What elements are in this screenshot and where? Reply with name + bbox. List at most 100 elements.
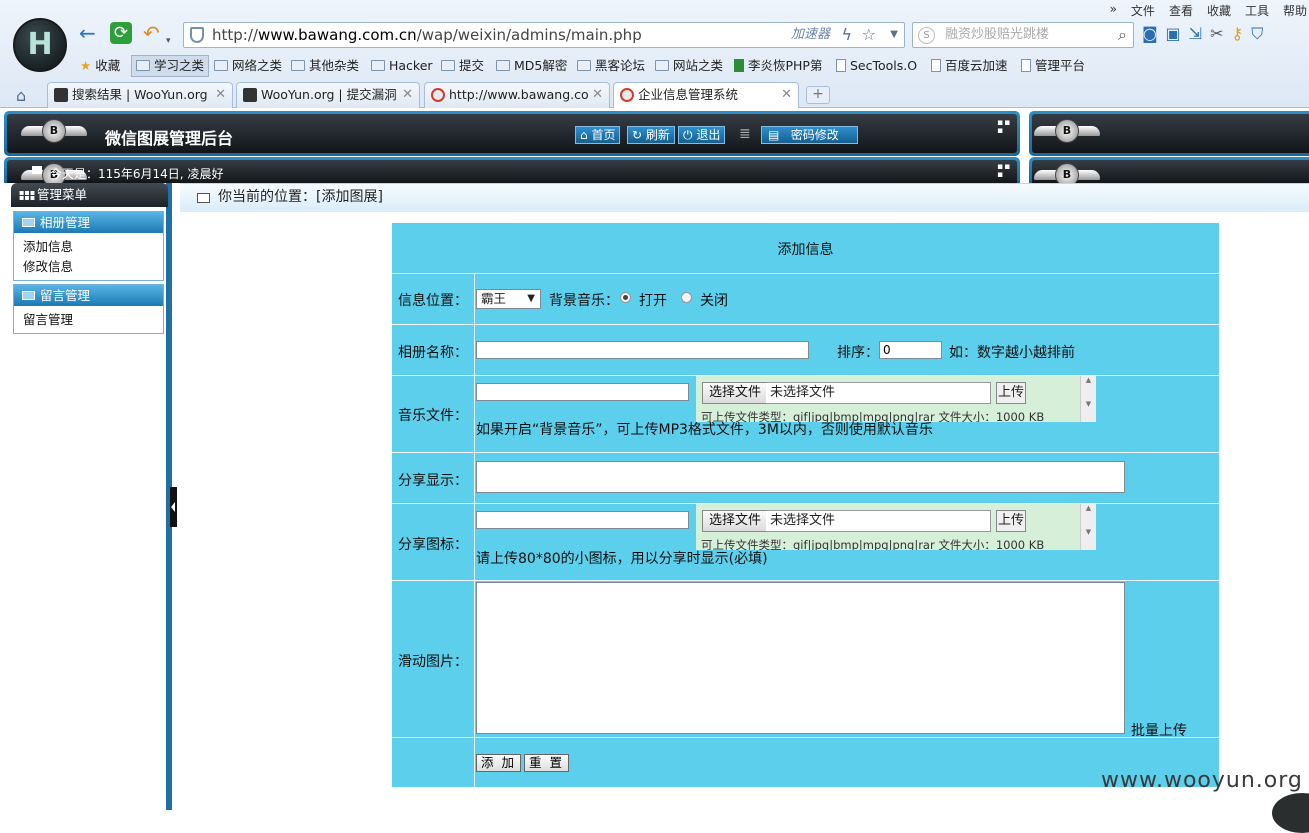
wooyun-favicon bbox=[54, 88, 68, 102]
menu-favorites[interactable]: 收藏 bbox=[1205, 2, 1233, 19]
menu-tools[interactable]: 工具 bbox=[1243, 2, 1271, 19]
menu-view[interactable]: 查看 bbox=[1167, 2, 1195, 19]
top-header: B 微信图展管理后台 ⌂ 首页 ↻ 刷新 ⏻ 退出 ≣ ▤ 密码修改 ▪▪ ▪ bbox=[4, 111, 1020, 156]
home-icon[interactable]: ⌂ bbox=[16, 86, 26, 105]
form-title: 添加信息 bbox=[777, 242, 834, 258]
reader-icon[interactable]: ▣ bbox=[1166, 24, 1181, 44]
sidebar-group-messages: 留言管理 留言管理 bbox=[13, 284, 164, 334]
key-icon[interactable]: ⚷ bbox=[1231, 24, 1243, 44]
sort-hint: 如：数字越小越排前 bbox=[949, 345, 1075, 361]
back-icon[interactable]: ← bbox=[79, 22, 96, 44]
frame-scrollbar[interactable]: ▲ ▼ bbox=[1080, 376, 1096, 422]
menu-help[interactable]: 帮助 bbox=[1281, 2, 1309, 19]
bookmark-folder[interactable]: 黑客论坛 bbox=[577, 57, 645, 75]
sidebar-item-messages[interactable]: 留言管理 bbox=[14, 310, 163, 330]
share-icon-path-input[interactable] bbox=[476, 511, 689, 529]
sidebar-collapse-handle[interactable] bbox=[170, 487, 177, 527]
bookmark-link[interactable]: 百度云加速 bbox=[931, 57, 1008, 75]
menu-file[interactable]: 文件 bbox=[1129, 2, 1157, 19]
browser-logo[interactable]: H bbox=[13, 18, 67, 72]
change-password-button[interactable]: ▤ 密码修改 bbox=[761, 126, 858, 144]
menu-expand-icon[interactable]: » bbox=[1108, 2, 1119, 19]
music-on-radio[interactable] bbox=[620, 292, 631, 303]
sidebar-group-header[interactable]: 相册管理 bbox=[14, 212, 163, 233]
file-name-display: 未选择文件 bbox=[766, 382, 991, 404]
album-name-input[interactable] bbox=[476, 341, 809, 359]
reset-button[interactable]: 重 置 bbox=[524, 754, 569, 772]
close-icon[interactable]: ✕ bbox=[402, 83, 413, 107]
share-display-textarea[interactable] bbox=[476, 461, 1125, 493]
choose-file-button[interactable]: 选择文件 bbox=[702, 510, 769, 532]
calendar-icon bbox=[32, 166, 42, 174]
music-upload-frame: 选择文件 未选择文件 上传 可上传文件类型：gif|jpg|bmp|mpg|pn… bbox=[696, 376, 1096, 422]
accelerator-label[interactable]: 加速器 bbox=[791, 23, 830, 47]
submit-button[interactable]: 添 加 bbox=[476, 754, 521, 772]
sort-input[interactable]: 0 bbox=[879, 341, 942, 359]
security-shield-icon bbox=[190, 27, 204, 43]
site-favicon bbox=[431, 88, 445, 102]
sidebar-item-add-info[interactable]: 添加信息 bbox=[14, 237, 163, 257]
form-row-slides: 滑动图片： 批量上传 bbox=[392, 580, 1219, 739]
new-tab-button[interactable]: + bbox=[806, 86, 830, 104]
sidebar-item-edit-info[interactable]: 修改信息 bbox=[14, 257, 163, 277]
address-bar[interactable]: http://www.bawang.com.cn/wap/weixin/admi… bbox=[183, 22, 905, 48]
page-content: B 微信图展管理后台 ⌂ 首页 ↻ 刷新 ⏻ 退出 ≣ ▤ 密码修改 ▪▪ ▪ B… bbox=[0, 108, 1309, 833]
search-engine-icon[interactable]: S bbox=[918, 27, 935, 44]
tab-bawang[interactable]: http://www.bawang.co ✕ bbox=[424, 82, 610, 108]
bookmark-folder[interactable]: 其他杂类 bbox=[291, 57, 359, 75]
album-name-label: 相册名称： bbox=[398, 345, 468, 361]
slide-images-label: 滑动图片： bbox=[398, 654, 468, 670]
file-name-display: 未选择文件 bbox=[766, 510, 991, 532]
address-dropdown-icon[interactable]: ▼ bbox=[890, 23, 898, 47]
folder-icon bbox=[214, 60, 228, 71]
slide-images-textarea[interactable] bbox=[476, 582, 1125, 734]
bookmark-folder[interactable]: MD5解密 bbox=[496, 57, 567, 75]
bookmark-folder[interactable]: 学习之类 bbox=[131, 55, 210, 77]
form-row-music-file: 音乐文件： 选择文件 未选择文件 上传 可上传文件类型：gif|jpg|bmp|… bbox=[392, 375, 1219, 452]
bookmark-folder[interactable]: 网站之类 bbox=[655, 57, 723, 75]
undo-icon[interactable]: ↶ bbox=[143, 22, 160, 44]
shield-icon[interactable]: ⛉ bbox=[1251, 24, 1263, 44]
frame-scrollbar[interactable]: ▲ ▼ bbox=[1080, 504, 1096, 550]
tab-wooyun-search[interactable]: 搜索结果 | WooYun.org ✕ bbox=[47, 82, 233, 108]
search-icon[interactable]: ⌕ bbox=[1118, 23, 1127, 47]
upload-button[interactable]: 上传 bbox=[996, 382, 1026, 404]
close-icon[interactable]: ✕ bbox=[592, 83, 603, 107]
choose-file-button[interactable]: 选择文件 bbox=[702, 382, 769, 404]
home-button[interactable]: ⌂ 首页 bbox=[575, 126, 621, 144]
close-icon[interactable]: ✕ bbox=[215, 83, 226, 107]
login-icon[interactable]: ⇲ bbox=[1189, 24, 1202, 44]
refresh-icon[interactable]: ⟳ bbox=[110, 22, 132, 44]
bookmark-link[interactable]: 李炎恢PHP第 bbox=[734, 57, 822, 75]
form-row-position: 信息位置： 霸王 ▼ 背景音乐： 打开 关闭 bbox=[392, 273, 1219, 324]
browser-tool-icon[interactable]: ◙ bbox=[1142, 24, 1158, 44]
grip-icon: ▪▪ ▪ bbox=[997, 118, 1012, 136]
undo-dropdown-icon[interactable]: ▾ bbox=[166, 30, 171, 52]
search-box[interactable]: S 融资炒股赔光跳楼 ⌕ bbox=[912, 22, 1134, 48]
music-file-path-input[interactable] bbox=[476, 383, 689, 401]
welcome-bar: B 今天是：115年6月14日, 凌晨好 ▪▪ ▪ bbox=[4, 157, 1020, 187]
scissors-icon[interactable]: ✂ bbox=[1210, 24, 1223, 44]
form-row-album: 相册名称： 排序： 0 如：数字越小越排前 bbox=[392, 324, 1219, 375]
tab-wooyun-submit[interactable]: WooYun.org | 提交漏洞 ✕ bbox=[236, 82, 420, 108]
star-icon[interactable]: ☆ bbox=[862, 23, 876, 47]
search-input[interactable]: 融资炒股赔光跳楼 bbox=[945, 23, 1049, 47]
position-select[interactable]: 霸王 ▼ bbox=[476, 289, 541, 309]
share-icon-note: 请上传80*80的小图标，用以分享时显示(必填) bbox=[476, 551, 768, 567]
bookmark-favorites[interactable]: ★ 收藏 bbox=[80, 57, 120, 75]
bookmark-link[interactable]: 管理平台 bbox=[1021, 57, 1085, 75]
refresh-button[interactable]: ↻ 刷新 bbox=[627, 126, 675, 144]
close-icon[interactable]: ✕ bbox=[781, 83, 792, 107]
sidebar-group-header[interactable]: 留言管理 bbox=[14, 285, 163, 306]
bookmark-folder[interactable]: Hacker bbox=[371, 57, 433, 75]
url-text[interactable]: http://www.bawang.com.cn/wap/weixin/admi… bbox=[212, 23, 642, 47]
bookmark-folder[interactable]: 网络之类 bbox=[214, 57, 282, 75]
bookmark-link[interactable]: SecTools.O bbox=[836, 57, 917, 75]
music-off-radio[interactable] bbox=[681, 292, 692, 303]
tab-admin-system[interactable]: 企业信息管理系统 ✕ bbox=[613, 82, 799, 109]
logout-button[interactable]: ⏻ 退出 bbox=[678, 126, 726, 144]
grip-icon: ▪▪ ▪ bbox=[997, 162, 1012, 180]
bookmark-folder[interactable]: 提交 bbox=[441, 57, 484, 75]
upload-button[interactable]: 上传 bbox=[996, 510, 1026, 532]
lightning-icon[interactable]: ϟ bbox=[841, 23, 852, 47]
